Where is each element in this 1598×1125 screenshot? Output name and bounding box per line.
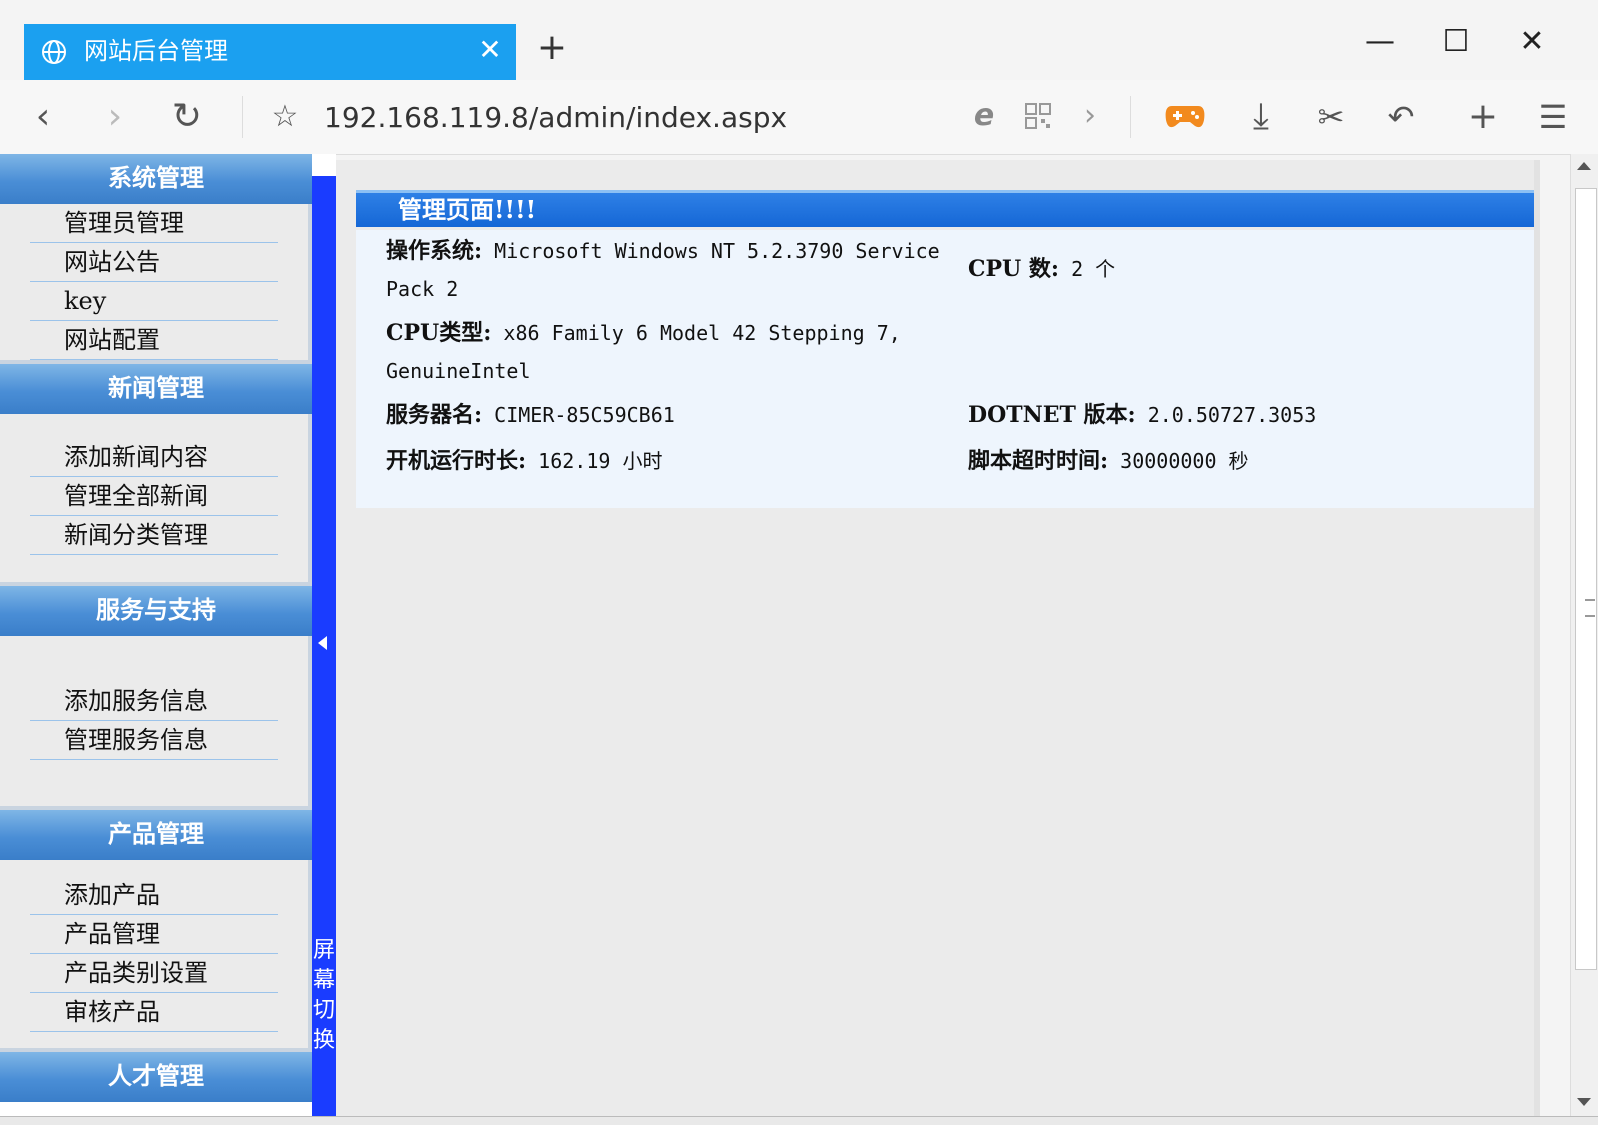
collapse-arrow-icon[interactable] bbox=[318, 636, 327, 650]
screen-toggle-label: 屏幕切换 bbox=[312, 936, 336, 1056]
scroll-thumb[interactable] bbox=[1575, 188, 1597, 970]
cpu-type-info: CPU类型: x86 Family 6 Model 42 Stepping 7,… bbox=[386, 314, 966, 390]
close-window-button[interactable]: ✕ bbox=[1512, 22, 1552, 62]
cpu-type-value: x86 Family 6 Model 42 Stepping 7, bbox=[503, 321, 901, 345]
main-frame: 管理页面!!!! 操作系统: Microsoft Windows NT 5.2.… bbox=[336, 160, 1536, 1124]
screen-toggle-text: 屏幕切换 bbox=[312, 938, 335, 1053]
menu-item-key[interactable]: key bbox=[30, 282, 278, 321]
scroll-down-icon[interactable] bbox=[1577, 1098, 1591, 1106]
grip-icon bbox=[1585, 599, 1595, 617]
forward-icon[interactable]: › bbox=[92, 94, 138, 140]
menu-item-manage-news[interactable]: 管理全部新闻 bbox=[30, 477, 278, 516]
section-header-product[interactable]: 产品管理 bbox=[0, 810, 312, 860]
browser-tab[interactable]: 网站后台管理 ✕ bbox=[24, 24, 516, 80]
menu-item-add-product[interactable]: 添加产品 bbox=[30, 876, 278, 915]
menu-item-add-news[interactable]: 添加新闻内容 bbox=[30, 438, 278, 477]
os-value: Microsoft Windows NT 5.2.3790 Service bbox=[494, 239, 940, 263]
cpu-count-info: CPU 数: 2 个 bbox=[968, 250, 1115, 288]
address-bar[interactable]: 192.168.119.8/admin/index.aspx bbox=[324, 100, 787, 136]
menu-item-manage-product[interactable]: 产品管理 bbox=[30, 915, 278, 954]
server-info-panel: 操作系统: Microsoft Windows NT 5.2.3790 Serv… bbox=[356, 230, 1536, 508]
scissors-icon[interactable]: ✂ bbox=[1308, 94, 1354, 140]
tab-close-icon[interactable]: ✕ bbox=[476, 36, 504, 64]
dotnet-info: DOTNET 版本: 2.0.50727.3053 bbox=[968, 396, 1316, 434]
section-body-service: 添加服务信息 管理服务信息 bbox=[0, 636, 312, 810]
minimize-button[interactable]: — bbox=[1360, 22, 1400, 62]
server-name-label: 服务器名: bbox=[386, 402, 483, 428]
menu-item-product-category[interactable]: 产品类别设置 bbox=[30, 954, 278, 993]
cpu-type-label: CPU类型: bbox=[386, 320, 492, 346]
qr-icon[interactable] bbox=[1024, 102, 1052, 130]
script-timeout-label: 脚本超时时间: bbox=[968, 448, 1109, 474]
page-scrollbar[interactable] bbox=[1570, 154, 1598, 1124]
server-name-value: CIMER-85C59CB61 bbox=[494, 403, 675, 427]
menu-item-add-service[interactable]: 添加服务信息 bbox=[30, 682, 278, 721]
section-header-service[interactable]: 服务与支持 bbox=[0, 586, 312, 636]
menu-icon[interactable]: ☰ bbox=[1530, 94, 1576, 140]
script-timeout-info: 脚本超时时间: 30000000 秒 bbox=[968, 442, 1249, 480]
dotnet-value: 2.0.50727.3053 bbox=[1147, 403, 1317, 427]
uptime-value: 162.19 小时 bbox=[538, 449, 663, 473]
globe-icon bbox=[42, 40, 66, 64]
maximize-button[interactable]: ☐ bbox=[1436, 22, 1476, 62]
uptime-label: 开机运行时长: bbox=[386, 448, 527, 474]
dotnet-label: DOTNET 版本: bbox=[968, 402, 1136, 428]
panel-header: 管理页面!!!! bbox=[356, 190, 1536, 227]
section-header-news[interactable]: 新闻管理 bbox=[0, 364, 312, 414]
server-name-info: 服务器名: CIMER-85C59CB61 bbox=[386, 396, 675, 434]
new-tab-button[interactable]: + bbox=[536, 30, 568, 66]
menu-item-notice[interactable]: 网站公告 bbox=[30, 243, 278, 282]
os-value-cont: Pack 2 bbox=[386, 277, 459, 301]
browser-toolbar: ‹ › ↻ ☆ 192.168.119.8/admin/index.aspx e… bbox=[0, 80, 1598, 155]
cpu-count-label: CPU 数: bbox=[968, 256, 1060, 282]
section-body-product: 添加产品 产品管理 产品类别设置 审核产品 bbox=[0, 860, 312, 1052]
gamepad-icon[interactable] bbox=[1164, 102, 1206, 132]
menu-item-manage-service[interactable]: 管理服务信息 bbox=[30, 721, 278, 760]
os-info: 操作系统: Microsoft Windows NT 5.2.3790 Serv… bbox=[386, 232, 966, 308]
scroll-up-icon[interactable] bbox=[1577, 162, 1591, 170]
download-icon[interactable]: ⤓ bbox=[1238, 94, 1284, 140]
section-header-talent[interactable]: 人才管理 bbox=[0, 1052, 312, 1102]
tab-title: 网站后台管理 bbox=[84, 37, 228, 65]
inner-frame-scrollbar[interactable] bbox=[1534, 160, 1540, 1124]
reload-icon[interactable]: ↻ bbox=[164, 94, 210, 140]
section-body-system: 管理员管理 网站公告 key 网站配置 bbox=[0, 204, 312, 364]
script-timeout-value: 30000000 秒 bbox=[1120, 449, 1249, 473]
section-body-news: 添加新闻内容 管理全部新闻 新闻分类管理 bbox=[0, 414, 312, 586]
title-bar: 网站后台管理 ✕ + — ☐ ✕ bbox=[0, 0, 1598, 80]
star-icon[interactable]: ☆ bbox=[262, 94, 308, 140]
menu-item-site-config[interactable]: 网站配置 bbox=[30, 321, 278, 360]
left-menu: 系统管理 管理员管理 网站公告 key 网站配置 新闻管理 添加新闻内容 管理全… bbox=[0, 154, 312, 1124]
back-icon[interactable]: ‹ bbox=[20, 94, 66, 140]
menu-item-news-category[interactable]: 新闻分类管理 bbox=[30, 516, 278, 555]
splitter-top bbox=[312, 154, 336, 176]
cpu-count-value: 2 个 bbox=[1071, 257, 1116, 281]
uptime-info: 开机运行时长: 162.19 小时 bbox=[386, 442, 662, 480]
screen-toggle-bar[interactable]: 屏幕切换 bbox=[312, 176, 336, 1124]
os-label: 操作系统: bbox=[386, 238, 483, 264]
section-header-system[interactable]: 系统管理 bbox=[0, 154, 312, 204]
menu-item-admin[interactable]: 管理员管理 bbox=[30, 204, 278, 243]
chevron-right-icon[interactable]: › bbox=[1076, 96, 1104, 136]
menu-item-review-product[interactable]: 审核产品 bbox=[30, 993, 278, 1032]
plus-icon[interactable]: + bbox=[1460, 94, 1506, 140]
panel-title: 管理页面!!!! bbox=[398, 195, 537, 224]
cpu-type-value-cont: GenuineIntel bbox=[386, 359, 531, 383]
undo-icon[interactable]: ↶ bbox=[1378, 94, 1424, 140]
ie-icon[interactable]: e bbox=[964, 96, 1004, 136]
